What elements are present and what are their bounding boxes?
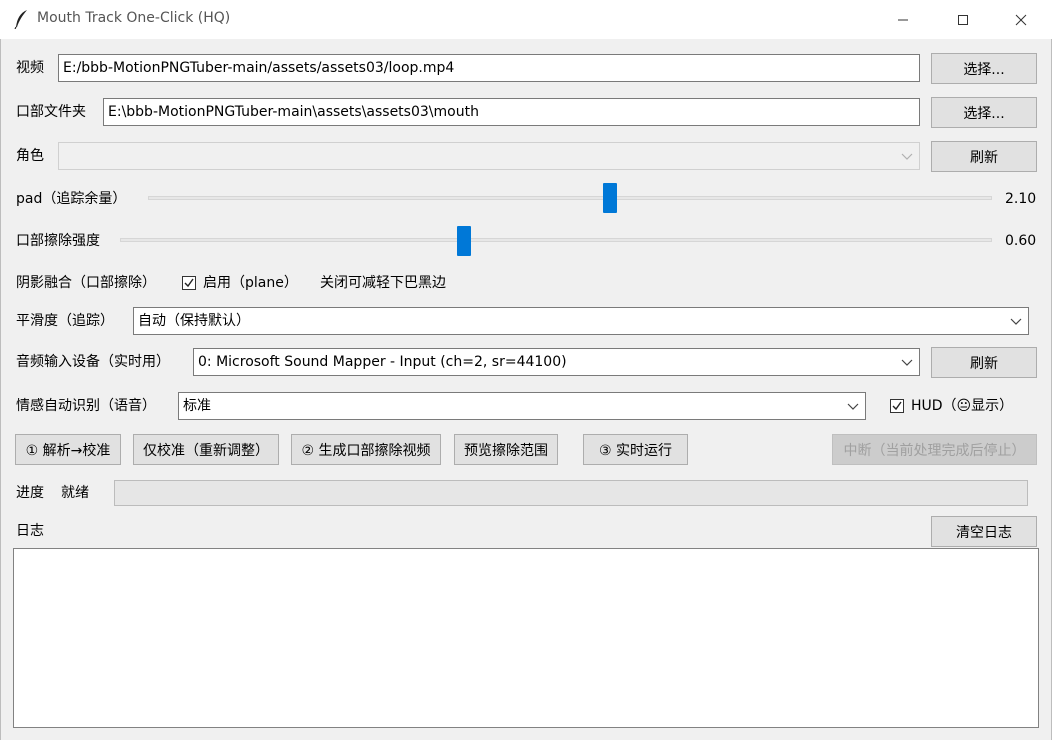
log-label: 日志 [16, 523, 44, 539]
emotion-combobox[interactable]: 标准 [178, 392, 866, 420]
smoothing-label: 平滑度（追踪） [16, 313, 114, 329]
pad-value: 2.10 [1005, 191, 1037, 207]
erase-strength-label: 口部擦除强度 [16, 233, 100, 249]
emotion-label: 情感自动识别（语音） [16, 398, 156, 414]
chevron-down-icon [1010, 318, 1022, 325]
chevron-down-icon [901, 359, 913, 366]
smoothing-combobox[interactable]: 自动（保持默认） [133, 307, 1029, 335]
character-label: 角色 [16, 148, 44, 164]
chevron-down-icon [901, 153, 913, 160]
preview-erase-range-button[interactable]: 预览擦除范围 [454, 434, 558, 465]
shadow-blend-label: 阴影融合（口部擦除） [16, 275, 156, 291]
close-button[interactable] [998, 0, 1044, 39]
minimize-button[interactable] [880, 0, 926, 39]
feather-icon [14, 10, 27, 29]
clear-log-button[interactable]: 清空日志 [931, 516, 1037, 547]
window-border-left [0, 39, 1, 740]
mouth-folder-input[interactable]: E:\bbb-MotionPNGTuber-main\assets\assets… [103, 98, 920, 126]
log-text-area[interactable] [13, 548, 1039, 728]
audio-device-combobox[interactable]: 0: Microsoft Sound Mapper - Input (ch=2,… [193, 348, 920, 376]
shadow-hint-text: 关闭可减轻下巴黑边 [320, 275, 446, 291]
smoothing-combobox-value: 自动（保持默认） [138, 313, 250, 329]
title-bar: Mouth Track One-Click (HQ) [0, 0, 1052, 39]
checkmark-icon [184, 278, 194, 288]
checkmark-icon [892, 401, 902, 411]
audio-refresh-button[interactable]: 刷新 [931, 347, 1037, 378]
character-refresh-button[interactable]: 刷新 [931, 141, 1037, 172]
maximize-button[interactable] [940, 0, 986, 39]
progress-bar [114, 480, 1028, 506]
erase-strength-value: 0.60 [1005, 233, 1037, 249]
stop-button[interactable]: 中断（当前处理完成后停止） [832, 434, 1037, 465]
video-label: 视频 [16, 60, 44, 76]
progress-status: 就绪 [61, 485, 89, 501]
progress-label: 进度 [16, 485, 44, 501]
audio-device-label: 音频输入设备（实时用） [16, 354, 170, 370]
shadow-enable-checkbox-label[interactable]: 启用（plane） [203, 273, 298, 293]
close-icon [1015, 14, 1027, 25]
shadow-enable-checkbox[interactable] [182, 276, 196, 290]
pad-slider-thumb[interactable] [602, 183, 617, 213]
chevron-down-icon [847, 403, 859, 410]
pad-slider-track[interactable] [148, 196, 992, 200]
mouth-folder-label: 口部文件夹 [16, 104, 86, 120]
window-title: Mouth Track One-Click (HQ) [37, 10, 231, 26]
pad-label: pad（追踪余量） [16, 191, 127, 207]
character-combobox[interactable] [58, 142, 920, 170]
erase-strength-slider-thumb[interactable] [457, 226, 472, 256]
mouth-folder-browse-button[interactable]: 选择... [931, 97, 1037, 128]
video-path-input[interactable]: E:/bbb-MotionPNGTuber-main/assets/assets… [58, 54, 920, 82]
minimize-icon [898, 19, 908, 20]
realtime-run-button[interactable]: ③ 实时运行 [583, 434, 688, 465]
audio-device-combobox-value: 0: Microsoft Sound Mapper - Input (ch=2,… [198, 354, 567, 370]
hud-checkbox-label[interactable]: HUD（😐显示） [911, 396, 1013, 416]
generate-erase-video-button[interactable]: ② 生成口部擦除视频 [291, 434, 441, 465]
emotion-combobox-value: 标准 [183, 398, 211, 414]
calibrate-only-button[interactable]: 仅校准（重新调整） [133, 434, 279, 465]
video-browse-button[interactable]: 选择... [931, 53, 1037, 84]
maximize-icon [958, 14, 968, 25]
analyze-calibrate-button[interactable]: ① 解析→校准 [15, 434, 121, 465]
erase-strength-slider-track[interactable] [120, 238, 992, 242]
hud-checkbox[interactable] [890, 399, 904, 413]
